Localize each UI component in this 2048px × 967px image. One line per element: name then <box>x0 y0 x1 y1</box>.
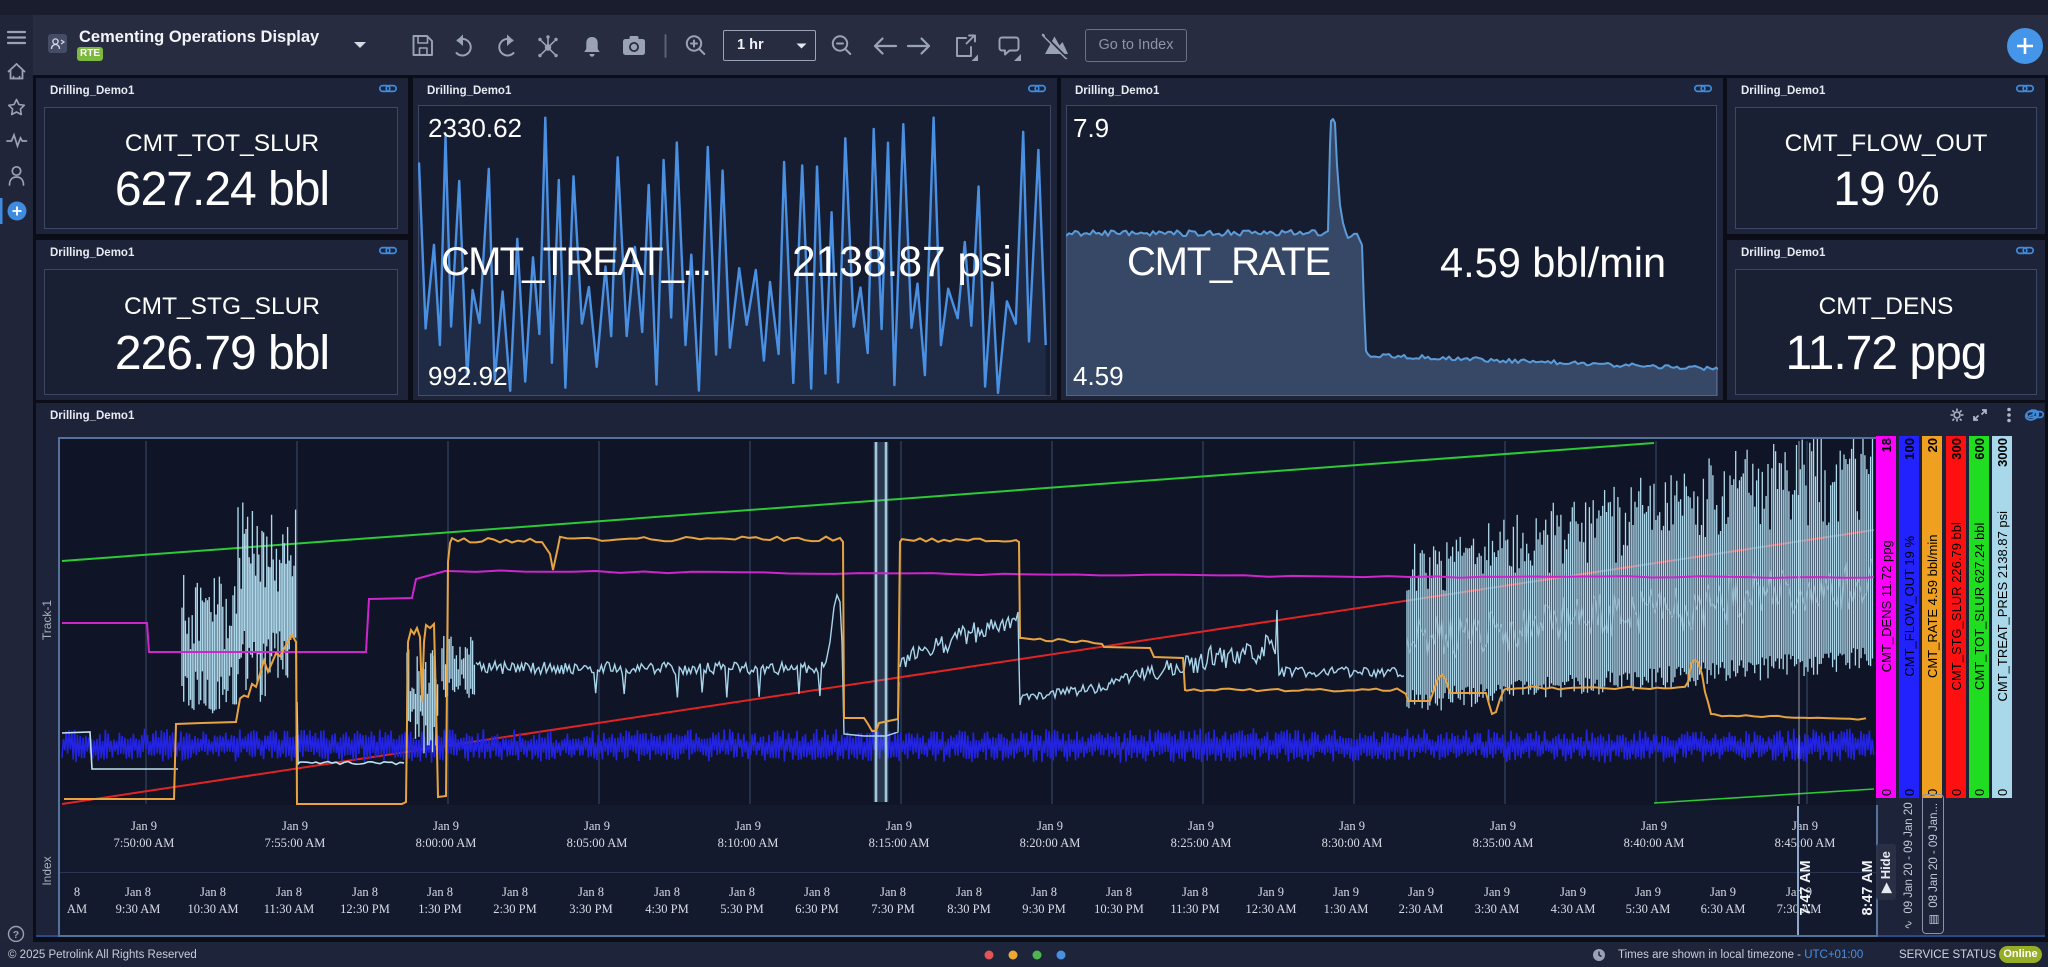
svg-text:?: ? <box>13 929 19 941</box>
